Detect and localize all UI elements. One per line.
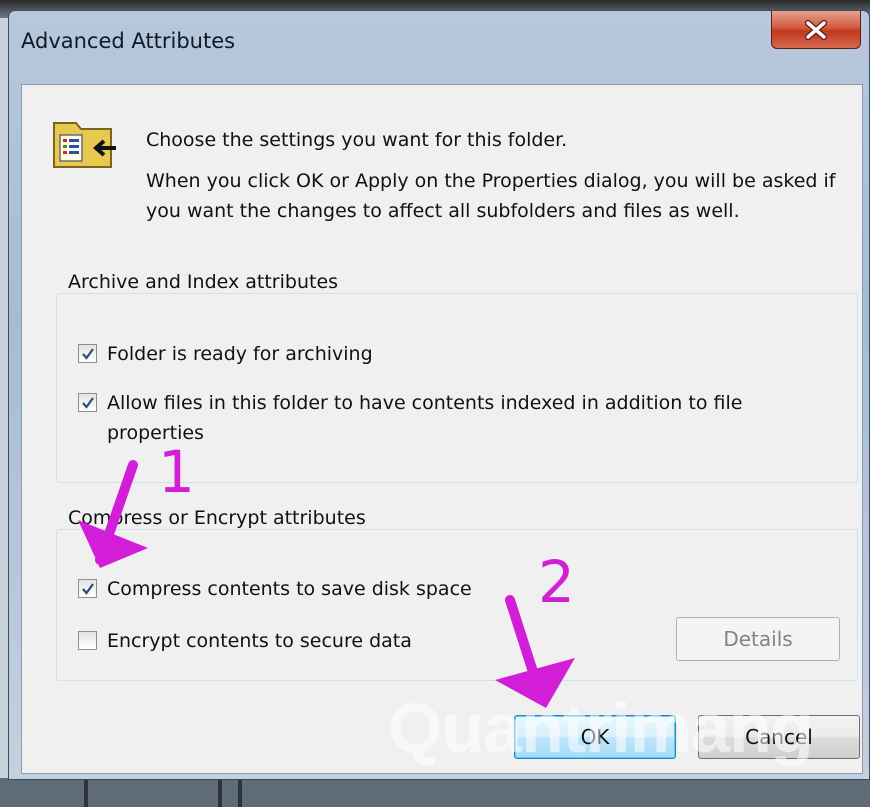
annotation-arrow-1 <box>78 460 575 708</box>
annotation-step-1: 1 <box>158 438 195 506</box>
annotation-step-2: 2 <box>538 548 575 616</box>
